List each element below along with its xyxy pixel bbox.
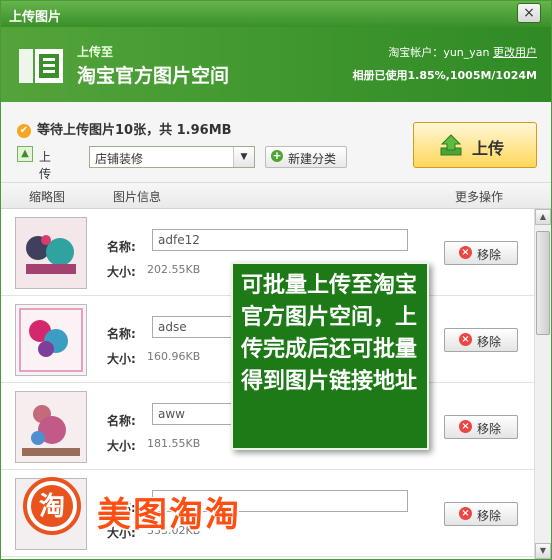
size-label: 大小: xyxy=(107,439,136,453)
upload-to-label: 上传至 xyxy=(77,45,114,59)
watermark-logo-char: 淘 xyxy=(39,492,65,522)
feature-callout: 可批量上传至淘宝官方图片空间，上传完成后还可批量得到图片链接地址 xyxy=(231,262,429,450)
remove-button[interactable]: × 移除 xyxy=(444,328,518,352)
close-button[interactable]: × xyxy=(517,3,541,23)
chevron-down-icon[interactable]: ▼ xyxy=(233,147,254,167)
size-value: 181.55KB xyxy=(147,437,201,450)
watermark-text: 美图淘淘 xyxy=(97,495,241,535)
column-header: 缩略图 图片信息 更多操作 xyxy=(1,183,551,209)
storage-usage: 相册已使用1.85%,1005M/1024M xyxy=(352,69,537,82)
waiting-text: 等待上传图片10张，共 1.96MB xyxy=(37,123,232,138)
name-field[interactable] xyxy=(152,229,408,251)
upload-info-panel: ✔ 等待上传图片10张，共 1.96MB ▲ 上传到: 店铺装修 ▼ + 新建分类… xyxy=(1,102,551,198)
size-value: 202.55KB xyxy=(147,263,201,276)
account-info: 淘宝帐户：yun_yan 更改用户 xyxy=(388,44,537,60)
upload-button[interactable]: 上传 xyxy=(413,122,537,168)
remove-icon: × xyxy=(459,333,472,346)
watermark-glyph: 淘 xyxy=(39,492,65,522)
close-icon: × xyxy=(523,5,535,21)
change-user-link[interactable]: 更改用户 xyxy=(493,46,537,59)
remove-button[interactable]: × 移除 xyxy=(444,415,518,439)
upload-window: 上传图片 × 上传至 淘宝官方图片空间 淘宝帐户：yun_yan 更改用户 相册… xyxy=(0,0,552,560)
scroll-down-icon[interactable]: ▼ xyxy=(535,543,551,559)
size-label: 大小: xyxy=(107,352,136,366)
remove-label: 移除 xyxy=(477,422,502,436)
column-thumb: 缩略图 xyxy=(29,190,66,204)
remove-icon: × xyxy=(459,420,472,433)
list-item: 名称: 大小: 333.02KB × 移除 xyxy=(1,470,534,557)
new-category-button[interactable]: + 新建分类 xyxy=(265,146,347,168)
upload-arrow-icon xyxy=(440,134,462,156)
title-bar: 上传图片 × xyxy=(1,1,551,27)
account-user: yun_yan xyxy=(443,46,490,59)
banner: 上传至 淘宝官方图片空间 淘宝帐户：yun_yan 更改用户 相册已使用1.85… xyxy=(1,27,551,102)
size-value: 160.96KB xyxy=(147,350,201,363)
thumbnail[interactable] xyxy=(15,304,87,376)
remove-label: 移除 xyxy=(477,248,502,262)
plus-icon: + xyxy=(271,149,283,162)
name-label: 名称: xyxy=(107,414,136,428)
column-more: 更多操作 xyxy=(455,190,504,204)
upload-folder-icon: ▲ xyxy=(17,146,33,162)
upload-button-label: 上传 xyxy=(472,139,505,158)
scroll-up-icon[interactable]: ▲ xyxy=(535,209,551,225)
destination-select[interactable]: 店铺装修 ▼ xyxy=(89,146,255,168)
column-info: 图片信息 xyxy=(113,190,162,204)
destination-value: 店铺装修 xyxy=(95,152,144,166)
waiting-status: ✔ 等待上传图片10张，共 1.96MB xyxy=(17,119,232,138)
scroll-thumb[interactable] xyxy=(536,231,550,335)
name-label: 名称: xyxy=(107,240,136,254)
remove-icon: × xyxy=(459,246,472,259)
watermark-logo: 淘 xyxy=(23,477,81,535)
thumbnail[interactable] xyxy=(15,217,87,289)
check-circle-icon: ✔ xyxy=(17,123,31,138)
space-name: 淘宝官方图片空间 xyxy=(77,65,230,87)
name-label: 名称: xyxy=(107,327,136,341)
destination-row: ▲ 上传到: 店铺装修 ▼ + 新建分类 xyxy=(17,146,347,198)
remove-button[interactable]: × 移除 xyxy=(444,241,518,265)
remove-icon: × xyxy=(459,507,472,520)
remove-button[interactable]: × 移除 xyxy=(444,502,518,526)
thumbnail[interactable] xyxy=(15,391,87,463)
account-label: 淘宝帐户： xyxy=(388,46,444,59)
size-label: 大小: xyxy=(107,265,136,279)
window-title: 上传图片 xyxy=(9,10,62,25)
list-scrollbar[interactable]: ▲ ▼ xyxy=(534,209,551,559)
logo-icon xyxy=(19,49,63,83)
remove-label: 移除 xyxy=(477,509,502,523)
remove-label: 移除 xyxy=(477,335,502,349)
new-category-label: 新建分类 xyxy=(288,152,337,166)
